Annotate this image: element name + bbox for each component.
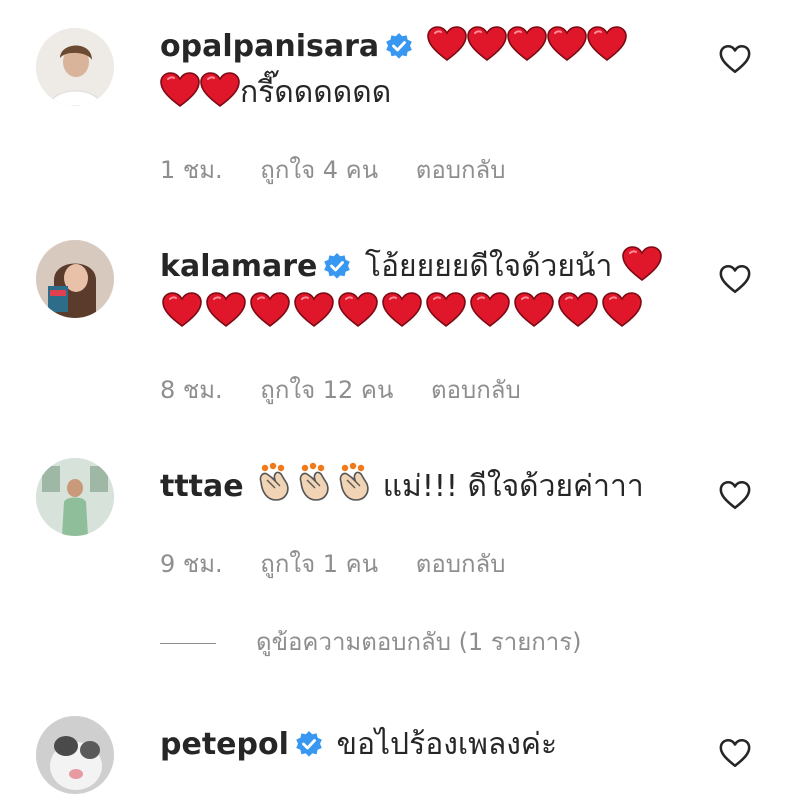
comment-body: tttae แม่!!! ดีใจด้วยค่าาา: [160, 462, 680, 510]
comment-time[interactable]: 9 ชม.: [160, 550, 223, 578]
red-heart-emoji-icon: [204, 292, 248, 328]
red-heart-emoji-icon: [200, 72, 240, 108]
comment-text: ขอไปร้องเพลงค่ะ: [336, 727, 558, 762]
comment-time[interactable]: 8 ชม.: [160, 376, 223, 404]
red-heart-emoji-icon: [427, 26, 467, 62]
clapping-hands-emoji-icon: [293, 462, 333, 502]
red-heart-emoji-icon: [160, 72, 200, 108]
red-heart-emoji-icon: [380, 292, 424, 328]
avatar[interactable]: [36, 458, 114, 536]
heart-outline-icon[interactable]: [718, 736, 752, 770]
avatar[interactable]: [36, 716, 114, 794]
comment-text: แม่!!! ดีใจด้วยค่าาา: [382, 469, 644, 504]
red-heart-emoji-icon: [622, 246, 662, 282]
avatar[interactable]: [36, 28, 114, 106]
comment-body: petepol ขอไปร้องเพลงค่ะ: [160, 722, 680, 768]
comment-text: โอ้ยยยยดีใจด้วยน้า: [364, 249, 613, 284]
heart-outline-icon[interactable]: [718, 42, 752, 76]
red-heart-emoji-icon: [556, 292, 600, 328]
comment-meta: 1 ชม. ถูกใจ 4 คน ตอบกลับ: [160, 150, 535, 189]
comment-body: opalpanisara กรี๊ดดดดดด: [160, 24, 680, 116]
likes-count[interactable]: ถูกใจ 12 คน: [260, 376, 393, 404]
red-heart-emoji-icon: [336, 292, 380, 328]
comment-text: กรี๊ดดดดดด: [240, 75, 392, 110]
verified-badge-icon: [295, 730, 323, 758]
red-heart-emoji-icon: [600, 292, 644, 328]
comment-body: kalamare โอ้ยยยยดีใจด้วยน้า: [160, 244, 680, 336]
red-heart-emoji-icon: [468, 292, 512, 328]
red-heart-emoji-icon: [467, 26, 507, 62]
reply-button[interactable]: ตอบกลับ: [431, 376, 521, 404]
red-heart-emoji-icon: [424, 292, 468, 328]
username[interactable]: opalpanisara: [160, 29, 379, 64]
clapping-hands-emoji-icon: [253, 462, 293, 502]
verified-badge-icon: [323, 252, 351, 280]
red-heart-emoji-icon: [507, 26, 547, 62]
red-heart-emoji-icon: [512, 292, 556, 328]
red-heart-emoji-icon: [248, 292, 292, 328]
view-replies-label: ดูข้อความตอบกลับ (1 รายการ): [256, 628, 582, 656]
username[interactable]: petepol: [160, 727, 289, 762]
comment-meta: 9 ชม. ถูกใจ 1 คน ตอบกลับ: [160, 544, 535, 583]
red-heart-emoji-icon: [292, 292, 336, 328]
likes-count[interactable]: ถูกใจ 4 คน: [260, 156, 378, 184]
red-heart-emoji-icon: [587, 26, 627, 62]
username[interactable]: tttae: [160, 469, 244, 504]
red-heart-emoji-icon: [160, 292, 204, 328]
likes-count[interactable]: ถูกใจ 1 คน: [260, 550, 378, 578]
verified-badge-icon: [385, 32, 413, 60]
comment-meta: 8 ชม. ถูกใจ 12 คน ตอบกลับ: [160, 370, 551, 409]
heart-outline-icon[interactable]: [718, 262, 752, 296]
clapping-hands-emoji-icon: [333, 462, 373, 502]
reply-button[interactable]: ตอบกลับ: [416, 550, 506, 578]
red-heart-emoji-icon: [547, 26, 587, 62]
username[interactable]: kalamare: [160, 249, 317, 284]
heart-outline-icon[interactable]: [718, 478, 752, 512]
view-replies-button[interactable]: ดูข้อความตอบกลับ (1 รายการ): [160, 622, 582, 661]
reply-button[interactable]: ตอบกลับ: [416, 156, 506, 184]
divider-line: [160, 642, 216, 644]
comment-time[interactable]: 1 ชม.: [160, 156, 223, 184]
avatar[interactable]: [36, 240, 114, 318]
